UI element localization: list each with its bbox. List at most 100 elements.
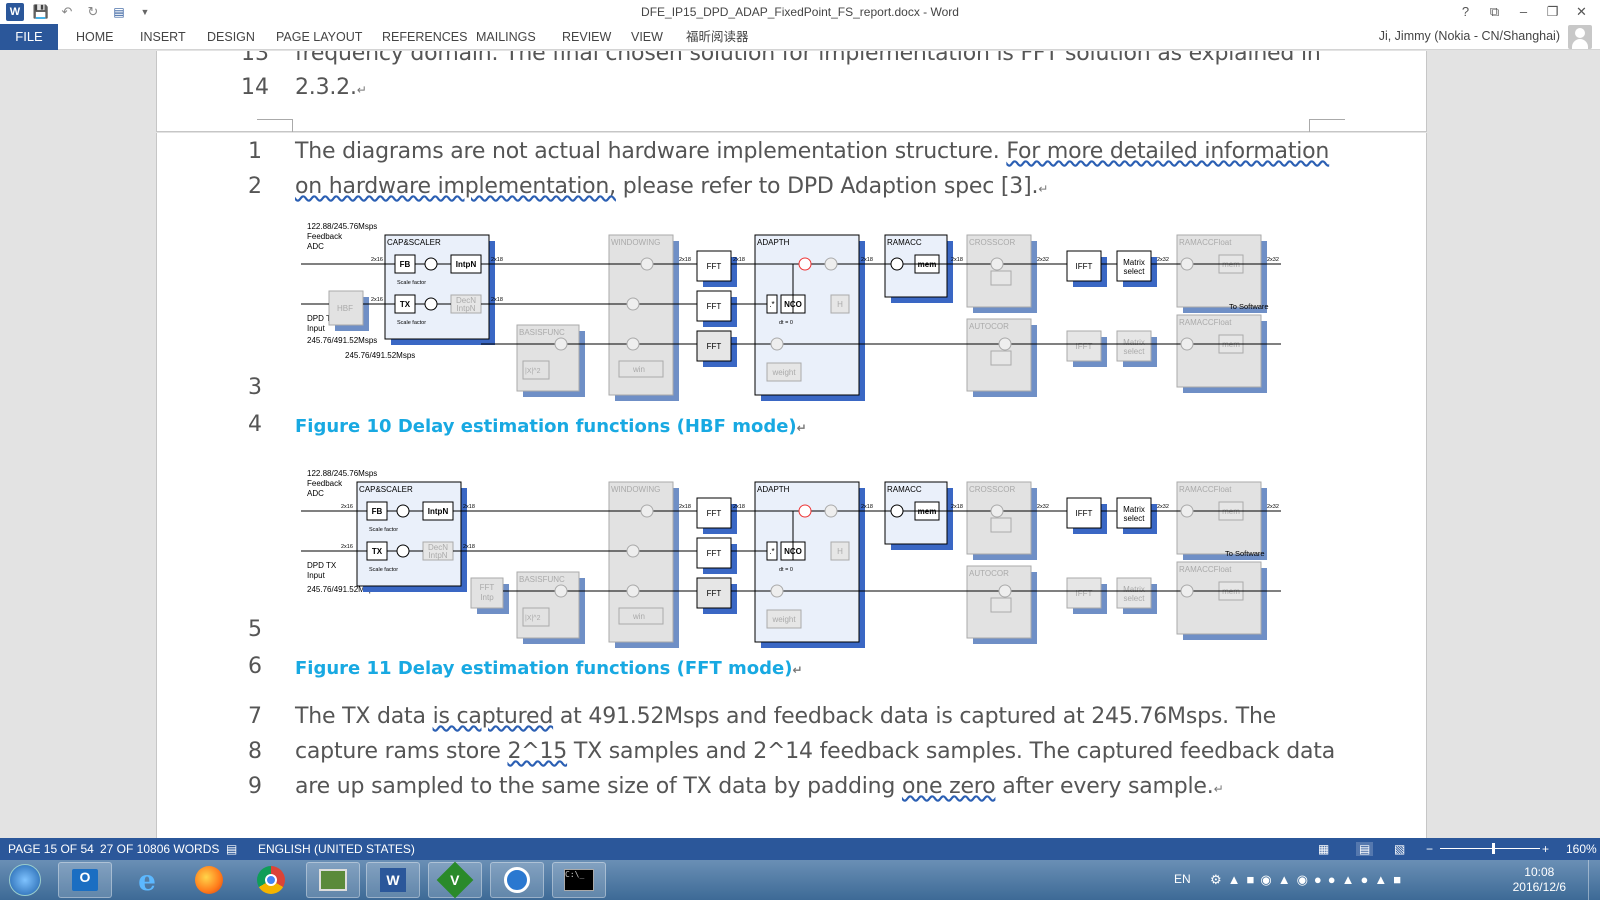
word-taskbar-icon[interactable]: W bbox=[366, 862, 420, 898]
fft-label-1: FFT bbox=[707, 509, 722, 518]
help-icon[interactable]: ? bbox=[1451, 1, 1480, 23]
svg-text:2x32: 2x32 bbox=[1267, 257, 1279, 263]
print-layout-icon[interactable]: ▤ bbox=[1356, 842, 1374, 856]
tab-design[interactable]: DESIGN bbox=[207, 24, 255, 50]
vim-icon[interactable]: V bbox=[428, 861, 482, 899]
grammar-flagged-text[interactable]: one zero bbox=[902, 774, 996, 799]
body-text-line: are up sampled to the same size of TX da… bbox=[295, 774, 1224, 799]
svg-text:2x18: 2x18 bbox=[463, 504, 475, 510]
h-label: H bbox=[837, 547, 843, 556]
internet-explorer-icon[interactable]: e bbox=[120, 862, 174, 898]
svg-text:2x18: 2x18 bbox=[733, 257, 745, 263]
paragraph-mark: ↵ bbox=[796, 421, 807, 435]
command-prompt-icon[interactable]: C:\_ bbox=[552, 862, 606, 898]
minimize-icon[interactable]: – bbox=[1509, 1, 1538, 23]
ramacc-label: RAMACC bbox=[887, 238, 922, 247]
spelling-flagged-text[interactable]: 2^15 bbox=[507, 739, 567, 764]
body-text-line: on hardware implementation, please refer… bbox=[295, 174, 1048, 199]
weight-label: weight bbox=[771, 368, 796, 377]
tab-view[interactable]: VIEW bbox=[631, 24, 663, 50]
tab-review[interactable]: REVIEW bbox=[562, 24, 611, 50]
scale-factor-label-2: Scale factor bbox=[397, 320, 426, 326]
input-label: Input bbox=[307, 571, 326, 580]
proofing-icon[interactable]: ▤ bbox=[226, 842, 237, 856]
messenger-icon[interactable] bbox=[490, 862, 544, 898]
avatar[interactable] bbox=[1568, 25, 1592, 49]
tab-references[interactable]: REFERENCES bbox=[382, 24, 467, 50]
start-button[interactable] bbox=[2, 862, 48, 898]
line-number: 1 bbox=[248, 139, 262, 164]
firefox-icon[interactable] bbox=[182, 862, 236, 898]
zoom-slider-track[interactable] bbox=[1440, 848, 1540, 849]
tab-page-layout[interactable]: PAGE LAYOUT bbox=[276, 24, 362, 50]
ribbon-display-icon[interactable]: ⧉ bbox=[1480, 1, 1509, 23]
taskbar: O e W V C:\_ EN ⚙▲■◉▲◉●●▲●▲■ 10:08 2016/… bbox=[0, 860, 1600, 900]
svg-text:2x16: 2x16 bbox=[371, 297, 383, 303]
fft-label-3: FFT bbox=[707, 589, 722, 598]
paragraph-mark: ↵ bbox=[356, 83, 367, 97]
show-desktop-button[interactable] bbox=[1588, 860, 1600, 900]
window-controls: ? ⧉ – ❐ ✕ bbox=[1451, 1, 1596, 23]
zoom-slider-handle[interactable] bbox=[1492, 843, 1495, 854]
outlook-taskbar-icon[interactable]: O bbox=[58, 862, 112, 898]
tab-home[interactable]: HOME bbox=[76, 24, 114, 50]
to-software-label: To Software bbox=[1225, 549, 1265, 558]
fb-label: FB bbox=[372, 507, 383, 516]
text-run: The diagrams are not actual hardware imp… bbox=[295, 139, 1007, 164]
page-15: 1 The diagrams are not actual hardware i… bbox=[156, 133, 1427, 838]
svg-text:2x16: 2x16 bbox=[341, 504, 353, 510]
intpn-label: IntpN bbox=[428, 507, 449, 516]
line-number: 14 bbox=[241, 75, 269, 100]
clock[interactable]: 10:08 2016/12/6 bbox=[1513, 865, 1566, 895]
fft-label-2: FFT bbox=[707, 549, 722, 558]
page-count[interactable]: PAGE 15 OF 54 bbox=[8, 842, 94, 856]
scale-factor-label-1: Scale factor bbox=[369, 527, 398, 533]
ramacc-label: RAMACC bbox=[887, 485, 922, 494]
fft-intp-label: FFT bbox=[480, 583, 495, 592]
zoom-out-button[interactable]: − bbox=[1426, 842, 1433, 856]
ribbon-tabs: FILE HOME INSERT DESIGN PAGE LAYOUT REFE… bbox=[0, 24, 1600, 50]
read-mode-icon[interactable]: ▦ bbox=[1318, 842, 1329, 856]
chrome-icon[interactable] bbox=[244, 862, 298, 898]
svg-text:2x16: 2x16 bbox=[341, 544, 353, 550]
svg-text:2x16: 2x16 bbox=[371, 257, 383, 263]
grammar-flagged-text[interactable]: on hardware implementation, bbox=[295, 174, 616, 199]
grammar-flagged-text[interactable]: is captured bbox=[433, 704, 554, 729]
tab-mailings[interactable]: MAILINGS bbox=[476, 24, 536, 50]
user-account-name[interactable]: Ji, Jimmy (Nokia - CN/Shanghai) bbox=[1379, 29, 1560, 43]
grammar-flagged-text[interactable]: For more detailed information bbox=[1006, 139, 1329, 164]
file-manager-icon[interactable] bbox=[306, 862, 360, 898]
ifft-label-1: IFFT bbox=[1076, 509, 1093, 518]
select-label-2: select bbox=[1124, 594, 1146, 603]
tab-foxit-reader[interactable]: 福昕阅读器 bbox=[686, 24, 749, 50]
tab-file[interactable]: FILE bbox=[0, 24, 58, 50]
zoom-level[interactable]: 160% bbox=[1566, 842, 1597, 856]
restore-icon[interactable]: ❐ bbox=[1538, 1, 1567, 23]
document-title: DFE_IP15_DPD_ADAP_FixedPoint_FS_report.d… bbox=[641, 5, 959, 19]
paragraph-mark: ↵ bbox=[1038, 182, 1049, 196]
input-language[interactable]: EN bbox=[1174, 872, 1191, 886]
select-label-1: select bbox=[1124, 514, 1146, 523]
status-bar: PAGE 15 OF 54 27 OF 10806 WORDS ▤ ENGLIS… bbox=[0, 838, 1600, 860]
system-tray-icons[interactable]: ⚙▲■◉▲◉●●▲●▲■ bbox=[1210, 872, 1407, 888]
zoom-in-button[interactable]: + bbox=[1542, 842, 1549, 856]
figure-11-caption: Figure 11 Delay estimation functions (FF… bbox=[295, 658, 803, 679]
word-count[interactable]: 27 OF 10806 WORDS bbox=[100, 842, 219, 856]
svg-text:2x18: 2x18 bbox=[679, 504, 691, 510]
ramaccfloat-label-1: RAMACCFloat bbox=[1179, 485, 1232, 494]
document-area[interactable]: 13 frequency domain. The final chosen so… bbox=[0, 51, 1600, 838]
clock-time: 10:08 bbox=[1524, 865, 1555, 879]
language-indicator[interactable]: ENGLISH (UNITED STATES) bbox=[258, 842, 415, 856]
tx-rate-label-2: 245.76/491.52Msps bbox=[345, 351, 415, 360]
web-layout-icon[interactable]: ▧ bbox=[1394, 842, 1405, 856]
tab-insert[interactable]: INSERT bbox=[140, 24, 186, 50]
select-label-1: select bbox=[1124, 267, 1146, 276]
line-number: 13 bbox=[241, 51, 269, 66]
adc-label: ADC bbox=[307, 242, 324, 251]
autocor-label: AUTOCOR bbox=[969, 569, 1009, 578]
close-icon[interactable]: ✕ bbox=[1567, 1, 1596, 23]
svg-text:2x18: 2x18 bbox=[951, 257, 963, 263]
figure-10-diagram: 122.88/245.76Msps Feedback ADC DPD TX In… bbox=[301, 222, 1281, 401]
fft-label-2: FFT bbox=[707, 302, 722, 311]
ramaccfloat-label-2: RAMACCFloat bbox=[1179, 565, 1232, 574]
